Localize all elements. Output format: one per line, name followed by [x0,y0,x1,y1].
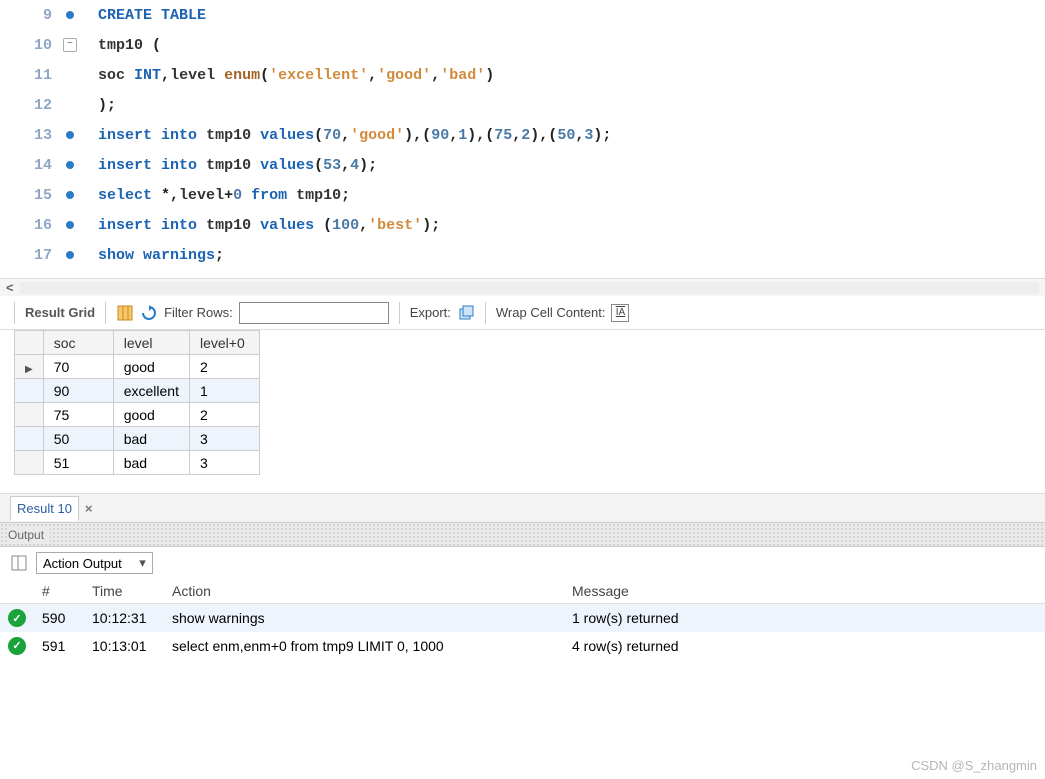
output-column-header[interactable]: Action [164,579,564,604]
code-line[interactable]: 10−tmp10 ( [0,30,1045,60]
row-selector[interactable] [15,379,44,403]
output-column-header[interactable]: Message [564,579,1045,604]
statement-marker-icon [66,161,74,169]
output-row[interactable]: ✓59010:12:31show warnings1 row(s) return… [0,604,1045,632]
column-header[interactable]: soc [43,331,113,355]
code-line[interactable]: 17 show warnings; [0,240,1045,270]
column-header[interactable]: level+0 [189,331,259,355]
code-text[interactable]: insert into tmp10 values(53,4); [80,157,377,174]
code-text[interactable]: soc INT,level enum('excellent','good','b… [80,67,494,84]
statement-marker-icon [66,11,74,19]
result-tabs: Result 10 × [0,493,1045,523]
code-text[interactable]: show warnings; [80,247,224,264]
code-line[interactable]: 14 insert into tmp10 values(53,4); [0,150,1045,180]
code-text[interactable]: ); [80,97,116,114]
result-tab-10[interactable]: Result 10 [10,496,79,521]
code-line[interactable]: 9 CREATE TABLE [0,0,1045,30]
close-icon[interactable]: × [85,501,93,516]
row-selector[interactable] [15,355,44,379]
column-header[interactable]: level [113,331,189,355]
refresh-icon[interactable] [140,304,158,322]
export-icon[interactable] [457,304,475,322]
output-column-header[interactable]: Time [84,579,164,604]
code-line[interactable]: 15 select *,level+0 from tmp10; [0,180,1045,210]
line-number: 11 [0,67,60,84]
result-grid-toolbar: Result Grid Filter Rows: Export: Wrap Ce… [0,296,1045,330]
output-row[interactable]: ✓59110:13:01select enm,enm+0 from tmp9 L… [0,632,1045,660]
line-number: 12 [0,97,60,114]
status-ok-icon: ✓ [8,609,26,627]
line-number: 14 [0,157,60,174]
table-row[interactable]: 51bad3 [15,451,260,475]
watermark: CSDN @S_zhangmin [911,758,1037,773]
code-line[interactable]: 13 insert into tmp10 values(70,'good'),(9… [0,120,1045,150]
result-grid-label: Result Grid [25,305,95,320]
table-row[interactable]: 70good2 [15,355,260,379]
output-column-header[interactable] [0,579,34,604]
status-ok-icon: ✓ [8,637,26,655]
code-line[interactable]: 12); [0,90,1045,120]
code-text[interactable]: CREATE TABLE [80,7,206,24]
export-label: Export: [410,305,451,320]
output-layout-icon[interactable] [10,554,28,572]
sql-editor[interactable]: 9 CREATE TABLE 10−tmp10 ( 11 soc INT,level e… [0,0,1045,278]
line-number: 9 [0,7,60,24]
fold-icon[interactable]: − [63,38,77,52]
table-row[interactable]: 75good2 [15,403,260,427]
statement-marker-icon [66,131,74,139]
output-column-header[interactable]: # [34,579,84,604]
table-row[interactable]: 90excellent1 [15,379,260,403]
output-panel-header: Output [0,523,1045,547]
table-row[interactable]: 50bad3 [15,427,260,451]
filter-rows-label: Filter Rows: [164,305,233,320]
grid-view-icon[interactable] [116,304,134,322]
line-number: 17 [0,247,60,264]
line-number: 15 [0,187,60,204]
output-controls: Action Output [0,547,1045,579]
statement-marker-icon [66,221,74,229]
code-text[interactable]: select *,level+0 from tmp10; [80,187,350,204]
statement-marker-icon [66,191,74,199]
code-text[interactable]: tmp10 ( [80,37,161,54]
code-text[interactable]: insert into tmp10 values(70,'good'),(90,… [80,127,611,144]
code-text[interactable]: insert into tmp10 values (100,'best'); [80,217,440,234]
wrap-cell-label: Wrap Cell Content: [496,305,606,320]
output-type-select[interactable]: Action Output [36,552,153,574]
line-number: 10 [0,37,60,54]
row-selector[interactable] [15,451,44,475]
wrap-cell-icon[interactable]: IA [611,304,629,322]
line-number: 13 [0,127,60,144]
row-selector[interactable] [15,427,44,451]
code-line[interactable]: 16 insert into tmp10 values (100,'best'); [0,210,1045,240]
row-selector[interactable] [15,403,44,427]
output-table[interactable]: #TimeActionMessage✓59010:12:31show warni… [0,579,1045,660]
statement-marker-icon [66,251,74,259]
line-number: 16 [0,217,60,234]
editor-scroll-left[interactable]: < [0,278,1045,296]
result-grid-table[interactable]: soclevellevel+070good290excellent175good… [14,330,260,475]
filter-rows-input[interactable] [239,302,389,324]
code-line[interactable]: 11 soc INT,level enum('excellent','good',… [0,60,1045,90]
